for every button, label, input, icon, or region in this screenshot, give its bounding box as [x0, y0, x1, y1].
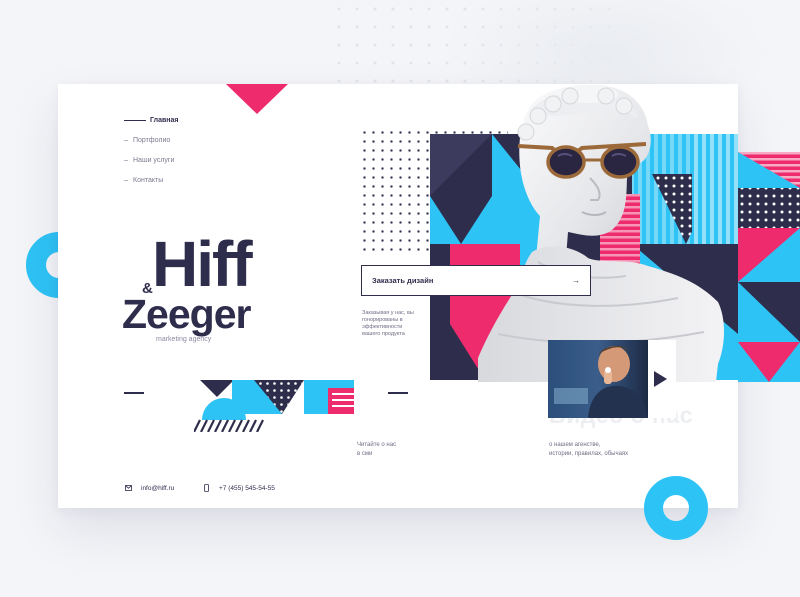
nav-item-label: Портфолио [133, 136, 171, 144]
decor-ring-bottom [644, 476, 708, 540]
slide-dash-left [124, 392, 144, 394]
footer-email[interactable]: info@hiff.ru [124, 484, 174, 492]
decor-pink-triangle [226, 84, 288, 114]
statue-with-sunglasses-image [478, 85, 724, 382]
nav-item-label: Наши услуги [133, 156, 175, 164]
nav-item-home[interactable]: Главная [124, 110, 178, 130]
nav-bullet [124, 159, 128, 161]
video-description-line: о нашем агенстве, [549, 442, 601, 448]
footer-phone-text: +7 (455) 545-54-55 [219, 484, 275, 492]
nav-item-contacts[interactable]: Контакты [124, 170, 178, 190]
nav-bullet [124, 179, 128, 181]
nav-item-portfolio[interactable]: Портфолио [124, 130, 178, 150]
logo-line-1: Hiff [152, 228, 253, 300]
press-link[interactable]: Читайте о нас в сми [357, 441, 396, 459]
video-description: о нашем агенстве, истории, правилах, обы… [549, 441, 628, 459]
main-nav: Главная Портфолио Наши услуги Контакты [124, 110, 178, 190]
video-preview-image [548, 340, 676, 418]
arrow-right-icon: → [572, 276, 580, 285]
footer-phone[interactable]: +7 (455) 545-54-55 [202, 484, 275, 492]
logo-line-2: Zeeger [122, 291, 251, 337]
footer-email-text: info@hiff.ru [141, 484, 175, 492]
mail-icon [124, 484, 132, 492]
nav-item-label: Главная [150, 116, 179, 124]
decor-geometric-pattern [194, 380, 354, 432]
nav-item-label: Контакты [133, 176, 164, 184]
slide-dash-middle [388, 392, 408, 394]
order-design-button[interactable]: Заказать дизайн → [361, 265, 591, 296]
video-description-line: истории, правилах, обычаях [549, 451, 629, 457]
press-link-line: Читайте о нас [357, 442, 397, 448]
logo-tagline: marketing agency [156, 336, 212, 343]
order-design-label: Заказать дизайн [372, 276, 434, 285]
nav-item-services[interactable]: Наши услуги [124, 150, 178, 170]
video-thumbnail[interactable] [548, 340, 676, 418]
nav-active-indicator [124, 119, 146, 121]
cta-description: Заказывая у нас, вы гонорированы в эффек… [362, 310, 414, 337]
press-link-line: в сми [357, 451, 373, 457]
phone-icon [202, 484, 210, 492]
nav-bullet [124, 139, 128, 141]
